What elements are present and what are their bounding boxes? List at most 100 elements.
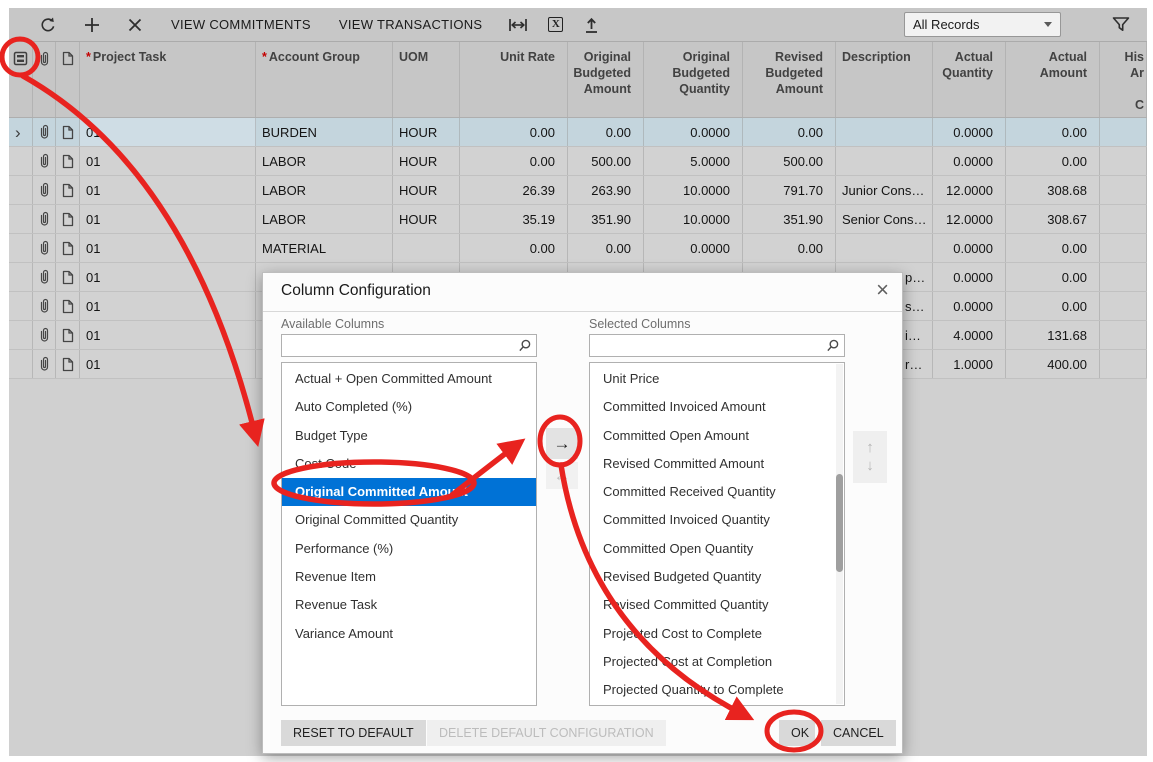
cell-truncated-column[interactable] [1100, 321, 1147, 349]
attachment-cell[interactable] [33, 205, 56, 233]
note-cell[interactable] [56, 263, 80, 291]
column-configuration-header-cell[interactable] [9, 42, 33, 117]
cell-truncated-column[interactable] [1100, 350, 1147, 378]
header-revised-budgeted-amount[interactable]: Revised Budgeted Amount [743, 42, 836, 117]
cell-unit-rate[interactable]: 0.00 [460, 118, 568, 146]
row-selector-cell[interactable] [9, 205, 33, 233]
cell-account-group[interactable]: LABOR [256, 205, 393, 233]
row-selector-cell[interactable] [9, 147, 33, 175]
cell-project-task[interactable]: 01 [80, 234, 256, 262]
close-icon[interactable]: × [876, 277, 889, 303]
row-selector-cell[interactable] [9, 234, 33, 262]
header-actual-amount[interactable]: Actual Amount [1006, 42, 1100, 117]
available-column-item[interactable]: Variance Amount [282, 620, 536, 648]
cell-unit-rate[interactable]: 0.00 [460, 234, 568, 262]
cell-truncated-column[interactable] [1100, 205, 1147, 233]
cell-actual-quantity[interactable]: 1.0000 [933, 350, 1006, 378]
cell-project-task[interactable]: 01 [80, 205, 256, 233]
cell-actual-amount[interactable]: 400.00 [1006, 350, 1100, 378]
selected-column-item[interactable]: Committed Open Quantity [590, 535, 844, 563]
cell-actual-amount[interactable]: 0.00 [1006, 118, 1100, 146]
selected-column-item[interactable]: Committed Open Amount [590, 422, 844, 450]
available-search-input[interactable] [282, 338, 518, 353]
note-cell[interactable] [56, 292, 80, 320]
selected-column-item[interactable]: Projected Cost to Complete [590, 620, 844, 648]
available-column-item[interactable]: Auto Completed (%) [282, 393, 536, 421]
cell-actual-quantity[interactable]: 0.0000 [933, 147, 1006, 175]
header-original-budgeted-quantity[interactable]: Original Budgeted Quantity [644, 42, 743, 117]
upload-icon[interactable] [583, 16, 600, 34]
cell-actual-quantity[interactable]: 0.0000 [933, 292, 1006, 320]
row-selector-cell[interactable] [9, 321, 33, 349]
scrollbar-track[interactable] [836, 364, 843, 704]
note-cell[interactable] [56, 205, 80, 233]
cell-truncated-column[interactable] [1100, 176, 1147, 204]
cancel-button[interactable]: CANCEL [821, 720, 896, 746]
available-column-item[interactable]: Original Committed Amount [282, 478, 536, 506]
selected-search-input[interactable] [590, 338, 826, 353]
cell-actual-amount[interactable]: 0.00 [1006, 147, 1100, 175]
selected-column-item[interactable]: Revised Committed Amount [590, 450, 844, 478]
cell-project-task[interactable]: 01 [80, 118, 256, 146]
header-description[interactable]: Description [836, 42, 933, 117]
cell-description[interactable]: Junior Cons… [836, 176, 933, 204]
cell-truncated-column[interactable] [1100, 292, 1147, 320]
table-row[interactable]: 01 LABOR HOUR 26.39 263.90 10.0000 791.7… [9, 176, 1147, 205]
selected-column-item[interactable]: Committed Invoiced Quantity [590, 506, 844, 534]
cell-description[interactable] [836, 234, 933, 262]
delete-row-icon[interactable] [127, 17, 143, 33]
cell-actual-quantity[interactable]: 0.0000 [933, 263, 1006, 291]
row-selector-cell[interactable] [9, 263, 33, 291]
cell-actual-quantity[interactable]: 12.0000 [933, 176, 1006, 204]
selected-column-item[interactable]: Projected Quantity to Complete [590, 676, 844, 704]
attachment-cell[interactable] [33, 292, 56, 320]
cell-revised-budgeted-amount[interactable]: 791.70 [743, 176, 836, 204]
row-selector-cell[interactable] [9, 350, 33, 378]
move-right-button[interactable]: → [546, 428, 578, 459]
fit-width-icon[interactable] [508, 17, 528, 33]
row-selector-cell[interactable] [9, 292, 33, 320]
row-selector-cell[interactable] [9, 176, 33, 204]
cell-description[interactable]: Senior Cons… [836, 205, 933, 233]
cell-original-budgeted-quantity[interactable]: 5.0000 [644, 147, 743, 175]
selected-column-item[interactable]: Unit Price [590, 365, 844, 393]
cell-uom[interactable] [393, 234, 460, 262]
available-columns-search[interactable] [281, 334, 537, 357]
cell-original-budgeted-amount[interactable]: 500.00 [568, 147, 644, 175]
available-column-item[interactable]: Budget Type [282, 422, 536, 450]
cell-uom[interactable]: HOUR [393, 147, 460, 175]
cell-actual-amount[interactable]: 0.00 [1006, 292, 1100, 320]
available-column-item[interactable]: Revenue Task [282, 591, 536, 619]
note-column-header[interactable] [56, 42, 80, 117]
cell-original-budgeted-amount[interactable]: 0.00 [568, 234, 644, 262]
header-unit-rate[interactable]: Unit Rate [460, 42, 568, 117]
cell-project-task[interactable]: 01 [80, 263, 256, 291]
view-transactions-button[interactable]: VIEW TRANSACTIONS [339, 17, 483, 32]
records-filter-select[interactable]: All Records [904, 12, 1061, 37]
cell-truncated-column[interactable] [1100, 234, 1147, 262]
attachment-cell[interactable] [33, 234, 56, 262]
cell-uom[interactable]: HOUR [393, 176, 460, 204]
view-commitments-button[interactable]: VIEW COMMITMENTS [171, 17, 311, 32]
available-column-item[interactable]: Actual + Open Committed Amount [282, 365, 536, 393]
scrollbar-thumb[interactable] [836, 474, 843, 572]
cell-project-task[interactable]: 01 [80, 147, 256, 175]
note-cell[interactable] [56, 176, 80, 204]
available-column-item[interactable]: Performance (%) [282, 535, 536, 563]
refresh-icon[interactable] [39, 16, 57, 34]
cell-account-group[interactable]: LABOR [256, 176, 393, 204]
filter-icon[interactable] [1111, 15, 1131, 34]
attachment-cell[interactable] [33, 263, 56, 291]
table-row[interactable]: 01 LABOR HOUR 0.00 500.00 5.0000 500.00 … [9, 147, 1147, 176]
table-row[interactable]: › 01 BURDEN HOUR 0.00 0.00 0.0000 0.00 0… [9, 118, 1147, 147]
selected-column-item[interactable]: Committed Received Quantity [590, 478, 844, 506]
cell-truncated-column[interactable] [1100, 118, 1147, 146]
cell-account-group[interactable]: LABOR [256, 147, 393, 175]
cell-original-budgeted-quantity[interactable]: 0.0000 [644, 234, 743, 262]
note-cell[interactable] [56, 118, 80, 146]
selected-columns-search[interactable] [589, 334, 845, 357]
cell-revised-budgeted-amount[interactable]: 0.00 [743, 234, 836, 262]
cell-actual-quantity[interactable]: 12.0000 [933, 205, 1006, 233]
table-row[interactable]: 01 LABOR HOUR 35.19 351.90 10.0000 351.9… [9, 205, 1147, 234]
cell-revised-budgeted-amount[interactable]: 351.90 [743, 205, 836, 233]
